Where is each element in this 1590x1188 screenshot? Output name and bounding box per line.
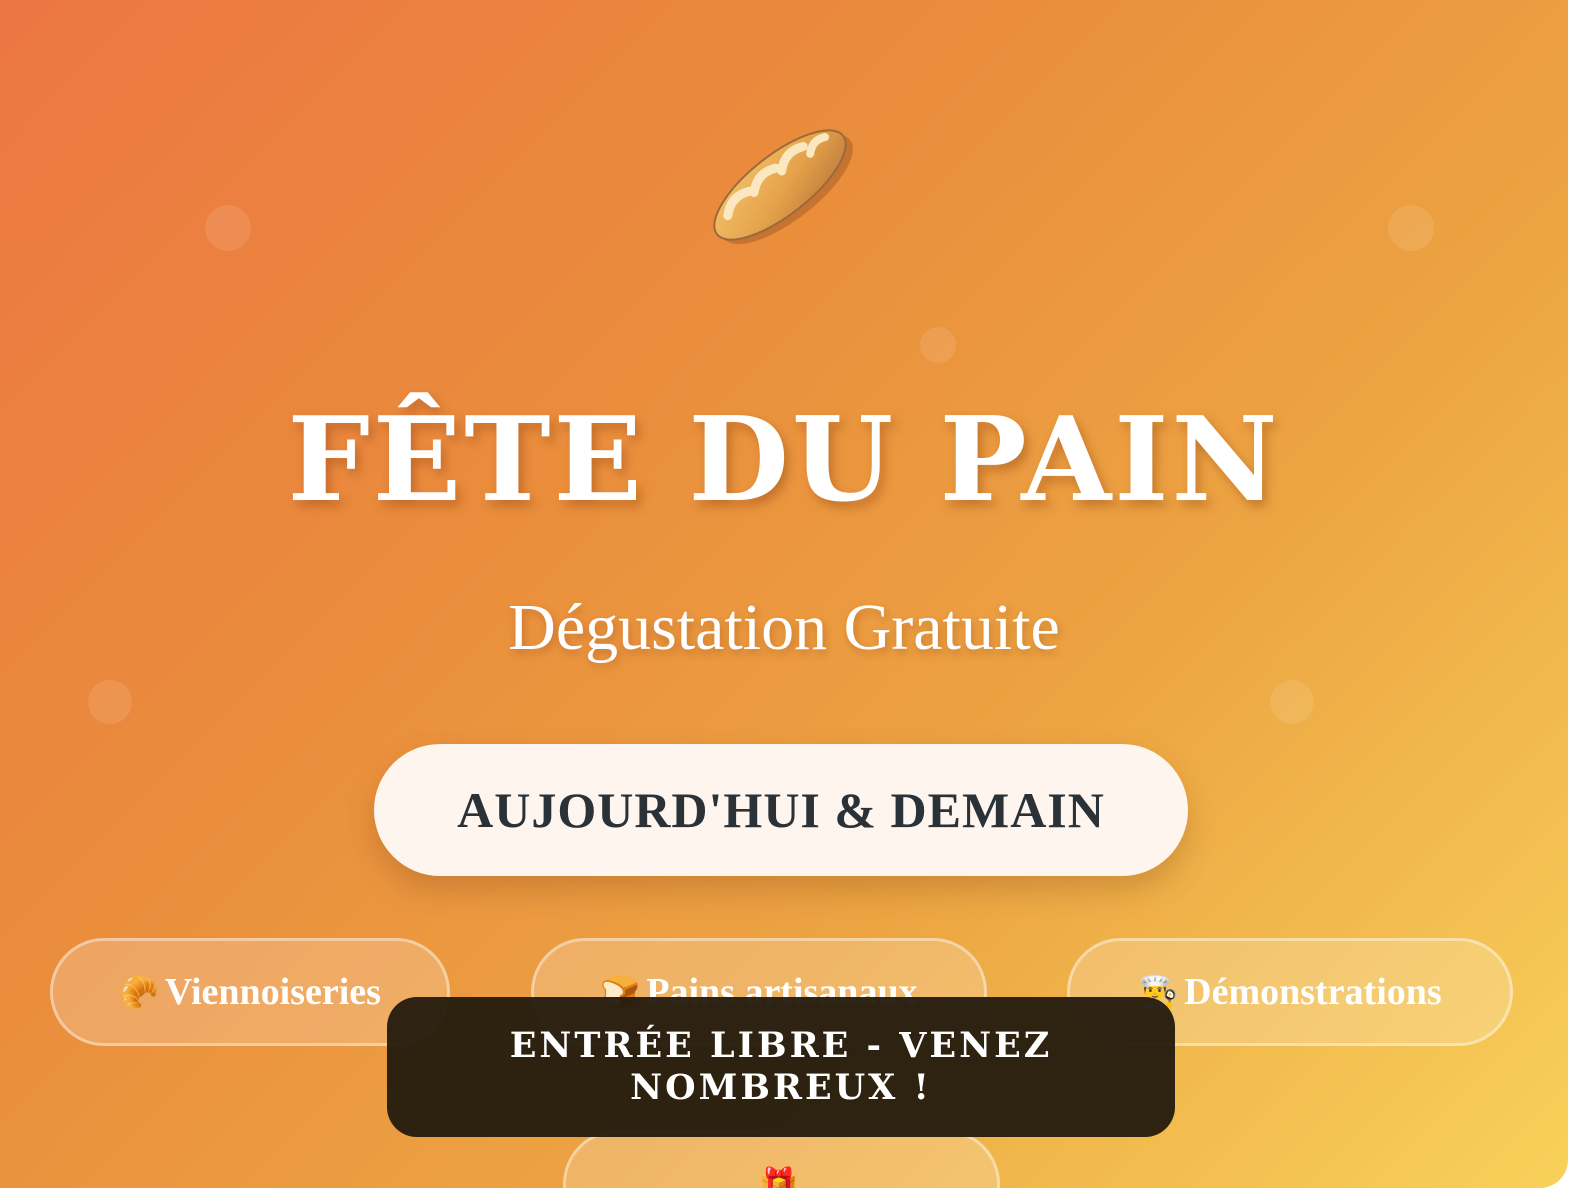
event-title: FÊTE DU PAIN — [287, 392, 1281, 528]
event-subtitle: Dégustation Gratuite — [508, 591, 1060, 664]
decorative-dot — [205, 205, 251, 251]
feature-label: Viennoiseries — [164, 971, 381, 1013]
decorative-dot — [1270, 680, 1314, 724]
poster: FÊTE DU PAIN Dégustation Gratuite AUJOUR… — [0, 0, 1568, 1188]
decorative-dot — [920, 327, 956, 363]
decorative-dot — [1388, 205, 1434, 251]
feature-label: Démonstrations — [1184, 971, 1442, 1013]
banner-text: ENTRÉE LIBRE - VENEZ NOMBREUX ! — [509, 1025, 1053, 1108]
date-label: AUJOURD'HUI & DEMAIN — [457, 782, 1105, 838]
croissant-icon: 🥐 — [119, 974, 159, 1010]
gift-icon: 🎁 — [758, 1166, 799, 1188]
date-badge: AUJOURD'HUI & DEMAIN — [374, 744, 1188, 876]
feature-gift: 🎁 — [563, 1130, 1000, 1188]
baguette-icon — [713, 129, 853, 245]
decorative-dot — [88, 680, 132, 724]
entry-banner: ENTRÉE LIBRE - VENEZ NOMBREUX ! — [387, 997, 1175, 1137]
